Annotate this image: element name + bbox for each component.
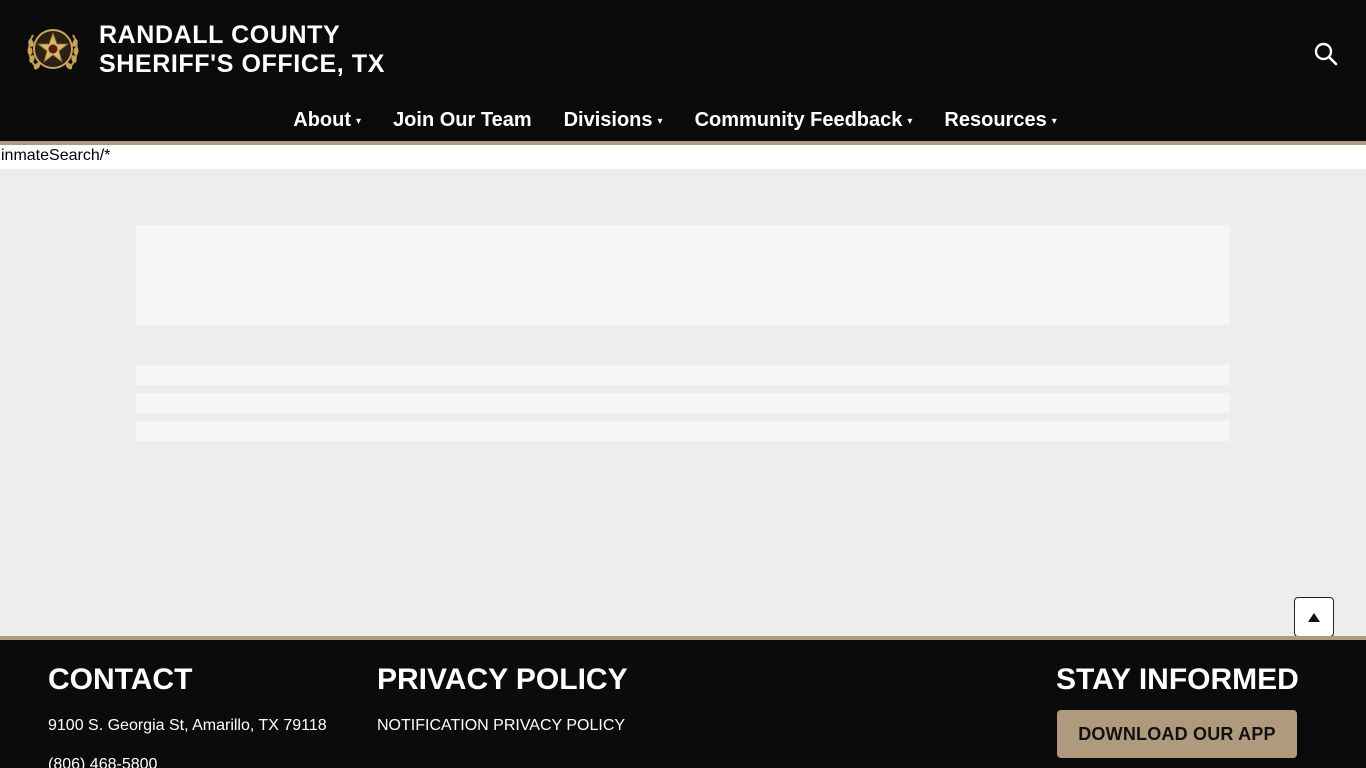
contact-heading: CONTACT: [48, 663, 193, 696]
nav-label: Join Our Team: [393, 109, 532, 131]
nav-label: Resources: [944, 109, 1047, 131]
raw-page-text: inmateSearch/*: [0, 145, 1366, 169]
main-navigation: About ▾ Join Our Team Divisions ▾ Commun…: [0, 100, 1366, 141]
chevron-down-icon: ▾: [657, 115, 663, 127]
nav-label: Divisions: [563, 109, 653, 131]
chevron-down-icon: ▾: [1051, 115, 1057, 127]
arrow-up-icon: [1308, 612, 1320, 622]
contact-phone[interactable]: (806) 468-5800: [48, 755, 157, 768]
nav-item-about[interactable]: About ▾: [293, 101, 377, 141]
site-header: RANDALL COUNTY SHERIFF'S OFFICE, TX Abou…: [0, 0, 1366, 141]
search-icon[interactable]: [1312, 40, 1340, 68]
download-app-button[interactable]: DOWNLOAD OUR APP: [1057, 710, 1297, 758]
nav-item-community-feedback[interactable]: Community Feedback ▾: [679, 101, 929, 141]
site-title-line1: RANDALL COUNTY: [99, 21, 341, 49]
nav-item-join-our-team[interactable]: Join Our Team: [377, 101, 548, 141]
nav-item-divisions[interactable]: Divisions ▾: [548, 101, 679, 141]
stay-informed-heading: STAY INFORMED: [1056, 663, 1299, 696]
chevron-down-icon: ▾: [356, 115, 362, 127]
nav-label: About: [293, 109, 352, 131]
nav-item-resources[interactable]: Resources ▾: [928, 101, 1072, 141]
back-to-top-button[interactable]: [1294, 597, 1334, 637]
contact-address: 9100 S. Georgia St, Amarillo, TX 79118: [48, 717, 327, 734]
content-placeholder-block: [136, 225, 1230, 325]
site-title[interactable]: RANDALL COUNTY SHERIFF'S OFFICE, TX: [99, 21, 385, 79]
content-placeholder-line: [136, 421, 1230, 441]
site-title-line2: SHERIFF'S OFFICE, TX: [99, 50, 386, 78]
chevron-down-icon: ▾: [907, 115, 913, 127]
content-placeholder-line: [136, 393, 1230, 413]
sheriff-badge-logo-icon[interactable]: [24, 21, 82, 79]
privacy-heading: PRIVACY POLICY: [377, 663, 628, 696]
site-footer: CONTACT 9100 S. Georgia St, Amarillo, TX…: [0, 640, 1366, 768]
content-placeholder-line: [136, 365, 1230, 385]
nav-label: Community Feedback: [694, 109, 903, 131]
privacy-policy-link[interactable]: NOTIFICATION PRIVACY POLICY: [377, 716, 625, 736]
